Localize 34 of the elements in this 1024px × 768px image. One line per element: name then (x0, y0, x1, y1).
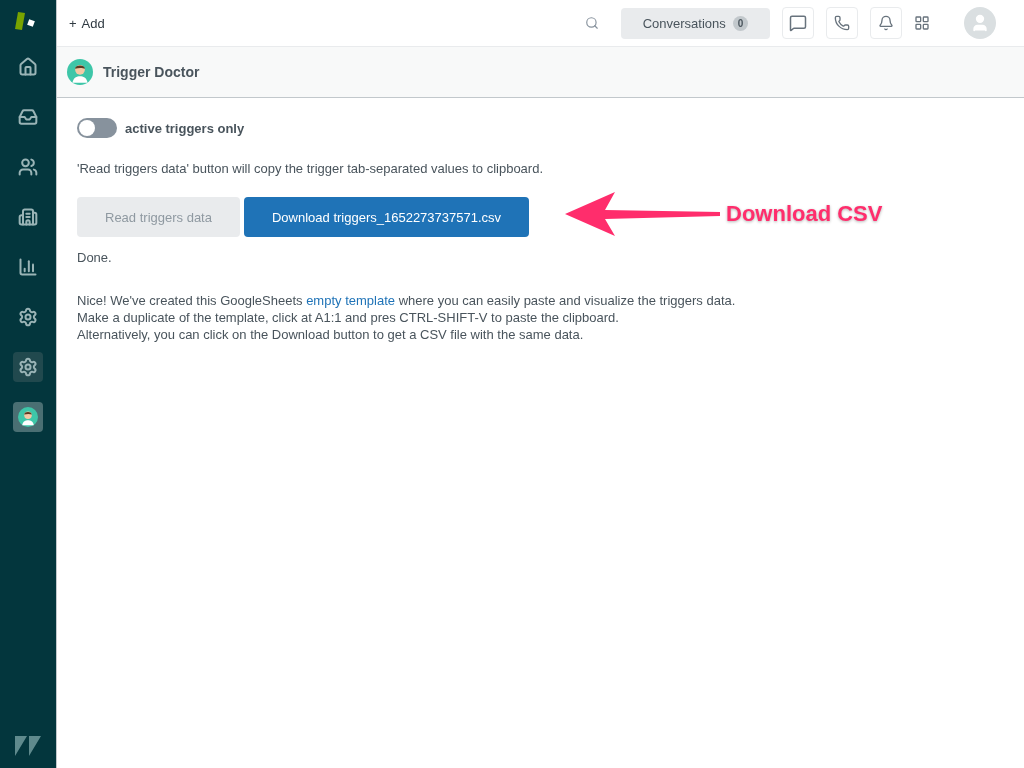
download-button[interactable]: Download triggers_1652273737571.csv (243, 197, 530, 237)
doctor-avatar-icon (18, 407, 38, 427)
toggle-switch[interactable] (77, 118, 117, 138)
info-text: Nice! We've created this GoogleSheets empty template where you can easily paste and visualize the triggers data. (77, 292, 737, 309)
chat-button[interactable] (782, 7, 814, 39)
description-text: 'Read triggers data' button will copy the trigger tab-separated values to clipboard. (77, 160, 544, 177)
info-text: Alternatively, you can click on the Download button to get a CSV file with the same data. (77, 326, 585, 343)
conversation-count: 0 (732, 15, 749, 31)
status-text: Done. (77, 249, 113, 266)
speech-bubble-icon (789, 14, 807, 32)
building-icon (18, 207, 38, 227)
zendesk-logo-icon[interactable] (15, 736, 41, 756)
app-button[interactable] (13, 352, 43, 382)
settings-icon (18, 357, 38, 377)
doctor-avatar-icon (67, 59, 93, 85)
template-link[interactable]: empty template (306, 293, 395, 308)
grid-icon[interactable] (914, 15, 930, 31)
notifications-button[interactable] (870, 7, 902, 39)
home-icon (18, 57, 38, 77)
people-icon (18, 157, 38, 177)
inbox-icon (18, 107, 38, 127)
search-icon[interactable] (585, 16, 599, 30)
app-title: Trigger Doctor (103, 64, 200, 80)
conversations-button[interactable]: Conversations 0 (621, 7, 770, 39)
bell-icon (878, 15, 894, 31)
phone-button[interactable] (826, 7, 858, 39)
phone-icon (834, 15, 850, 31)
bar-chart-icon (18, 257, 38, 277)
info-text: Make a duplicate of the template, click at A1:1 and pres CTRL-SHIFT-V to paste the clipboard. (77, 309, 620, 326)
toggle-label: active triggers only (125, 120, 245, 136)
settings-icon (18, 307, 38, 327)
app-button[interactable] (13, 402, 43, 432)
add-button[interactable]: + Add (69, 15, 105, 31)
annotation-label: Download CSV (726, 201, 883, 227)
